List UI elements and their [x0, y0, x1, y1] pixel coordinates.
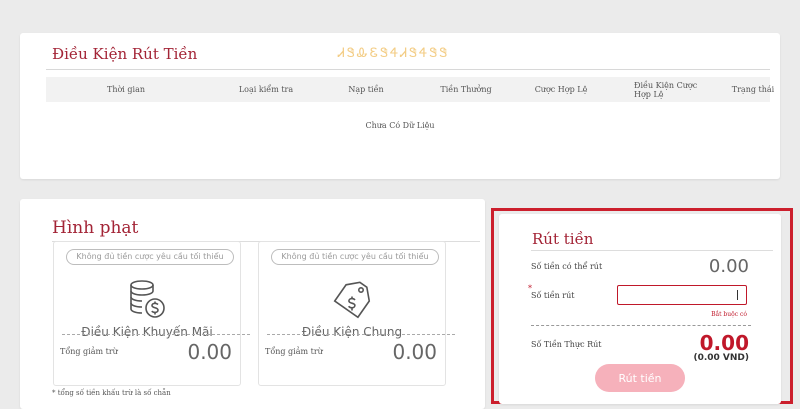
price-tag-icon	[333, 281, 371, 319]
coins-dollar-icon	[130, 280, 165, 318]
dashed-divider	[267, 334, 455, 335]
required-hint: Bắt buộc có	[711, 311, 747, 318]
deduction-footnote: * tổng số tiền khấu trừ là số chẵn	[52, 389, 171, 397]
withdraw-title: Rút tiền	[532, 230, 594, 248]
text-caret	[737, 290, 738, 300]
col-bonus: Tiền Thưởng	[440, 85, 492, 94]
min-bet-warning: Không đủ tiền cược yêu cầu tối thiểu	[66, 249, 234, 265]
conditions-title: Điều Kiện Rút Tiền	[52, 45, 198, 63]
watermark: ᏗᏕᎲᏋᏕᏎᏗᏕᏎᏕᏕ	[338, 46, 450, 61]
conditions-table-header: Thời gian Loại kiểm tra Nạp tiền Tiền Th…	[46, 77, 774, 102]
dashed-divider	[62, 334, 250, 335]
real-withdraw-value: 0.00	[699, 331, 749, 355]
total-deduction-label: Tổng giảm trừ	[60, 347, 118, 356]
min-bet-warning: Không đủ tiền cược yêu cầu tối thiểu	[271, 249, 439, 265]
general-condition-label: Điều Kiện Chung	[301, 325, 403, 339]
col-time: Thời gian	[106, 85, 145, 94]
promotion-deduction-value: 0.00	[187, 340, 232, 364]
withdraw-card: Rút tiền Số tiền có thể rút 0.00 * Số ti…	[499, 214, 781, 404]
general-condition-box: Không đủ tiền cược yêu cầu tối thiểu Điề…	[258, 241, 455, 386]
penalty-card: Hình phạt Không đủ tiền cược yêu cầu tối…	[20, 199, 485, 409]
promotion-condition-box: Không đủ tiền cược yêu cầu tối thiểu Điề…	[53, 241, 250, 386]
divider	[46, 69, 770, 70]
total-deduction-label: Tổng giảm trừ	[265, 347, 323, 356]
general-deduction-value: 0.00	[392, 340, 437, 364]
empty-state: Chưa Có Dữ Liệu	[365, 121, 435, 130]
col-deposit: Nạp tiền	[348, 85, 384, 94]
withdraw-amount-input[interactable]	[617, 285, 747, 305]
real-withdraw-label: Số Tiền Thực Rút	[531, 340, 602, 349]
divider	[531, 250, 773, 251]
col-check-type: Loại kiểm tra	[238, 85, 294, 94]
available-amount-value: 0.00	[708, 256, 749, 277]
amount-label: Số tiền rút	[531, 291, 575, 300]
dashed-divider	[531, 325, 751, 326]
col-valid-bet-condition: Điều Kiện Cược Hợp Lệ	[634, 80, 698, 99]
col-status: Trạng thái	[731, 85, 775, 94]
available-amount-label: Số tiền có thể rút	[531, 262, 603, 271]
real-withdraw-vnd: (0.00 VND)	[693, 353, 749, 363]
col-valid-bet: Cược Hợp Lệ	[534, 85, 588, 94]
promotion-condition-label: Điều Kiện Khuyến Mãi	[81, 325, 213, 339]
withdraw-conditions-card: Điều Kiện Rút Tiền ᏗᏕᎲᏋᏕᏎᏗᏕᏎᏕᏕ Thời gian…	[20, 33, 780, 179]
withdraw-button[interactable]: Rút tiền	[595, 364, 685, 392]
penalty-title: Hình phạt	[52, 218, 139, 238]
